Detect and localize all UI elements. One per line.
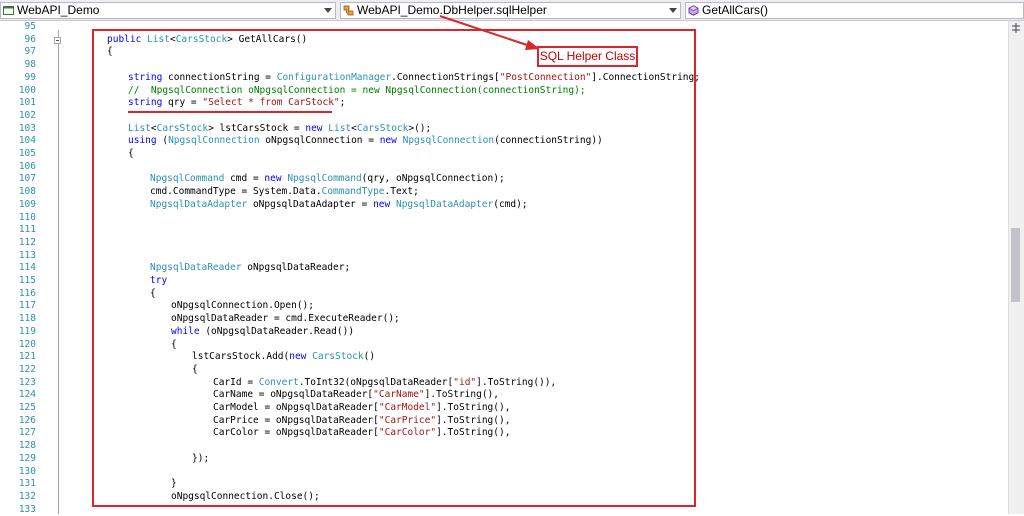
line-number: 122 xyxy=(18,363,36,375)
scrollbar-thumb[interactable] xyxy=(1011,228,1020,302)
split-window-icon[interactable] xyxy=(1011,23,1021,33)
class-dropdown[interactable]: WebAPI_Demo.DbHelper.sqlHelper xyxy=(340,2,681,19)
line-number: 107 xyxy=(18,173,36,185)
annotation-box xyxy=(92,29,696,507)
line-number: 133 xyxy=(18,503,36,515)
line-number: 126 xyxy=(18,414,36,426)
line-number: 113 xyxy=(18,249,36,261)
line-number: 130 xyxy=(18,465,36,477)
line-number: 103 xyxy=(18,122,36,134)
line-number: 125 xyxy=(18,402,36,413)
outlining-line xyxy=(58,30,59,514)
line-number: 123 xyxy=(18,376,36,388)
annotation-underline xyxy=(128,111,332,113)
line-number: 119 xyxy=(18,325,36,337)
method-icon xyxy=(688,5,699,16)
line-number: 100 xyxy=(18,84,36,96)
project-dropdown-label: WebAPI_Demo xyxy=(17,3,100,17)
line-number: 120 xyxy=(18,338,36,350)
csharp-project-icon xyxy=(3,6,14,15)
line-number: 102 xyxy=(18,109,36,121)
outline-margin xyxy=(40,21,100,514)
line-number: 106 xyxy=(18,160,36,172)
line-number: 115 xyxy=(18,275,36,286)
navigation-bar: WebAPI_Demo WebAPI_Demo.DbHelper.sqlHelp… xyxy=(0,0,1024,21)
collapse-toggle[interactable] xyxy=(54,37,61,44)
line-number: 128 xyxy=(18,440,36,452)
class-icon xyxy=(343,5,354,16)
line-number: 114 xyxy=(18,262,36,274)
line-number: 127 xyxy=(18,427,36,439)
line-number: 118 xyxy=(18,313,36,325)
member-dropdown-label: GetAllCars() xyxy=(702,3,769,17)
chevron-down-icon xyxy=(324,8,332,13)
line-number: 124 xyxy=(18,389,36,401)
line-number: 101 xyxy=(18,97,36,109)
line-number: 104 xyxy=(18,135,36,147)
line-number: 117 xyxy=(18,300,36,312)
line-number: 105 xyxy=(18,148,36,159)
chevron-down-icon xyxy=(669,8,677,13)
member-dropdown[interactable]: GetAllCars() xyxy=(685,2,1024,19)
line-number: 132 xyxy=(18,490,36,502)
line-number: 99 xyxy=(24,71,36,83)
line-number: 116 xyxy=(18,287,36,299)
line-number: 96 xyxy=(24,33,36,45)
annotation-label: SQL Helper Class xyxy=(537,46,638,67)
line-number: 129 xyxy=(18,452,36,464)
line-number: 98 xyxy=(24,59,36,71)
class-dropdown-label: WebAPI_Demo.DbHelper.sqlHelper xyxy=(357,3,547,17)
line-number: 97 xyxy=(24,46,36,58)
line-number: 95 xyxy=(24,21,36,32)
project-dropdown[interactable]: WebAPI_Demo xyxy=(0,2,336,19)
line-number: 111 xyxy=(18,224,36,236)
line-number: 109 xyxy=(18,198,36,210)
line-number: 121 xyxy=(18,351,36,363)
line-number: 112 xyxy=(18,236,36,248)
line-number: 131 xyxy=(18,478,36,490)
line-number: 110 xyxy=(18,211,36,223)
line-number: 108 xyxy=(18,186,36,198)
